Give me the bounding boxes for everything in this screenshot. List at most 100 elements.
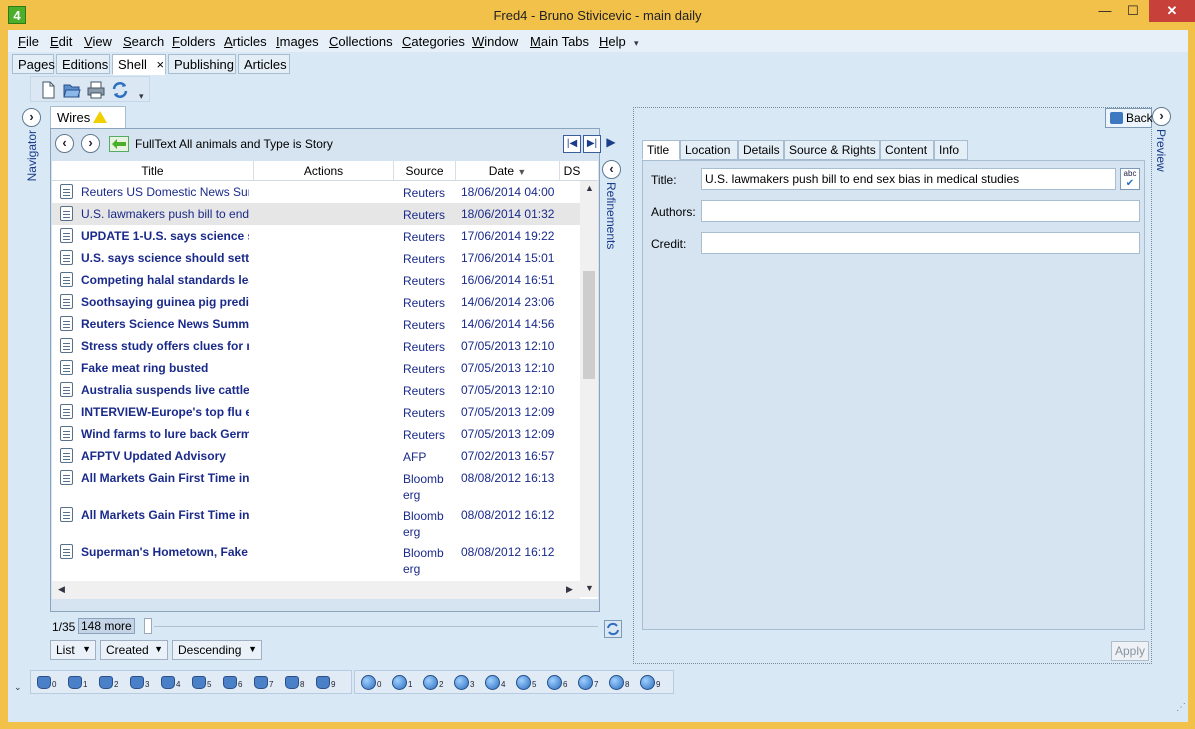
tab-publishing[interactable]: Publishing	[168, 54, 236, 74]
apply-button[interactable]: Apply	[1111, 641, 1149, 661]
binoculars-icon[interactable]: 9	[316, 676, 335, 689]
globe-icon[interactable]: 5	[516, 675, 536, 690]
spellcheck-icon[interactable]: abc ✔	[1120, 168, 1140, 190]
next-page-icon[interactable]: ▶|	[583, 135, 601, 153]
menu-folders[interactable]: Folders	[172, 34, 215, 49]
more-results-button[interactable]: 148 more	[78, 618, 135, 634]
table-row[interactable]: U.S. lawmakers push bill to end Reuters 18…	[52, 203, 580, 225]
menu-collections[interactable]: Collections	[329, 34, 393, 49]
table-row[interactable]: Reuters US Domestic News Sum Reuters 18/06…	[52, 181, 580, 203]
refinements-toggle-icon[interactable]: ‹	[602, 160, 621, 179]
tab-info[interactable]: Info	[934, 140, 968, 160]
resize-grip-icon[interactable]: ⋰	[1176, 702, 1186, 713]
column-ds[interactable]: DS	[560, 161, 584, 181]
binoculars-icon[interactable]: 8	[285, 676, 304, 689]
credit-field[interactable]	[701, 232, 1140, 254]
refinements-label[interactable]: Refinements	[604, 182, 618, 249]
globe-icon[interactable]: 2	[423, 675, 443, 690]
tab-source-rights[interactable]: Source & Rights	[784, 140, 880, 160]
filter-back-icon[interactable]	[109, 136, 129, 152]
navigator-label[interactable]: Navigator	[25, 130, 39, 181]
table-row[interactable]: Stress study offers clues for ne Reuters 0…	[52, 335, 580, 357]
tab-title[interactable]: Title	[642, 140, 680, 160]
refresh-icon[interactable]	[604, 620, 622, 638]
binoculars-icon[interactable]: 1	[68, 676, 87, 689]
menu-articles[interactable]: Articles	[224, 34, 267, 49]
navigator-toggle-icon[interactable]: ›	[22, 108, 41, 127]
table-row[interactable]: Competing halal standards leav Reuters 16/…	[52, 269, 580, 291]
binoculars-icon[interactable]: 6	[223, 676, 242, 689]
menu-window[interactable]: Window	[472, 34, 518, 49]
table-row[interactable]: Soothsaying guinea pig predict Reuters 14/…	[52, 291, 580, 313]
tab-wires[interactable]: Wires ×	[50, 106, 126, 140]
sort-field-dropdown[interactable]: Created ▼	[100, 640, 168, 660]
menu-help[interactable]: Help	[599, 34, 626, 49]
page-slider-handle[interactable]	[144, 618, 152, 634]
table-row[interactable]: Reuters Science News Summa Reuters 14/06/2…	[52, 313, 580, 335]
bottom-collapse-icon[interactable]: ⌄	[14, 682, 22, 693]
authors-field[interactable]	[701, 200, 1140, 222]
maximize-button[interactable]: ☐	[1118, 0, 1148, 22]
table-row[interactable]: Wind farms to lure back Germ Reuters 07/05…	[52, 423, 580, 445]
print-icon[interactable]	[87, 81, 105, 99]
scroll-up-icon[interactable]: ▲	[585, 183, 594, 193]
menu-images[interactable]: Images	[276, 34, 319, 49]
tab-close-icon[interactable]: ×	[157, 57, 165, 72]
globe-icon[interactable]: 6	[547, 675, 567, 690]
menu-view[interactable]: View	[84, 34, 112, 49]
globe-icon[interactable]: 4	[485, 675, 505, 690]
tab-content[interactable]: Content	[880, 140, 934, 160]
binoculars-icon[interactable]: 2	[99, 676, 118, 689]
page-slider-track[interactable]	[154, 626, 598, 627]
table-row[interactable]: All Markets Gain First Time in T Bloomber…	[52, 467, 580, 504]
table-row[interactable]: UPDATE 1-U.S. says science sh Reuters 17/0…	[52, 225, 580, 247]
back-arrow-icon[interactable]: ‹	[55, 134, 74, 153]
tab-pages[interactable]: Pages	[12, 54, 55, 74]
close-button[interactable]: ✕	[1149, 0, 1195, 22]
view-dropdown[interactable]: List ▼	[50, 640, 96, 660]
open-folder-icon[interactable]	[63, 81, 81, 99]
binoculars-icon[interactable]: 3	[130, 676, 149, 689]
menu-overflow-icon[interactable]: ▾	[634, 38, 639, 49]
minimize-button[interactable]: —	[1090, 0, 1120, 22]
vertical-scrollbar[interactable]: ▲ ▼	[580, 181, 598, 597]
binoculars-icon[interactable]: 7	[254, 676, 273, 689]
sort-order-dropdown[interactable]: Descending ▼	[172, 640, 262, 660]
globe-icon[interactable]: 0	[361, 675, 381, 690]
column-date[interactable]: Date ▼	[456, 161, 560, 181]
toolbar-overflow-icon[interactable]: ▾	[139, 91, 144, 102]
back-button[interactable]: Back	[1105, 108, 1153, 128]
refresh-icon[interactable]	[111, 81, 129, 99]
table-row[interactable]: Superman's Hometown, Fake C Bloomberg 08/0…	[52, 541, 580, 578]
binoculars-icon[interactable]: 0	[37, 676, 56, 689]
scroll-right-icon[interactable]: ▶	[566, 584, 573, 595]
preview-toggle-icon[interactable]: ›	[1152, 107, 1171, 126]
menu-categories[interactable]: Categories	[402, 34, 465, 49]
horizontal-scrollbar[interactable]: ◀ ▶	[52, 581, 580, 599]
globe-icon[interactable]: 1	[392, 675, 412, 690]
tab-details[interactable]: Details	[738, 140, 784, 160]
tab-articles[interactable]: Articles	[238, 54, 290, 74]
table-row[interactable]: Fake meat ring busted Reuters 07/05/2013 1…	[52, 357, 580, 379]
tab-location[interactable]: Location	[680, 140, 738, 160]
table-row[interactable]: All Markets Gain First Time in T Bloomber…	[52, 504, 580, 541]
title-field[interactable]: U.S. lawmakers push bill to end sex bias…	[701, 168, 1116, 190]
table-row[interactable]: U.S. says science should settle Reuters 17…	[52, 247, 580, 269]
menu-search[interactable]: Search	[123, 34, 164, 49]
scroll-down-icon[interactable]: ▼	[585, 583, 594, 593]
menu-edit[interactable]: Edit	[50, 34, 72, 49]
binoculars-icon[interactable]: 5	[192, 676, 211, 689]
forward-arrow-icon[interactable]: ›	[81, 134, 100, 153]
tab-editions[interactable]: Editions	[56, 54, 110, 74]
globe-icon[interactable]: 8	[609, 675, 629, 690]
preview-label[interactable]: Preview	[1154, 129, 1168, 172]
table-row[interactable]: AFPTV Updated Advisory AFP 07/02/2013 16:5…	[52, 445, 580, 467]
globe-icon[interactable]: 9	[640, 675, 660, 690]
column-source[interactable]: Source	[394, 161, 456, 181]
column-title[interactable]: Title	[52, 161, 254, 181]
binoculars-icon[interactable]: 4	[161, 676, 180, 689]
table-row[interactable]: INTERVIEW-Europe's top flu ex Reuters 07/0…	[52, 401, 580, 423]
globe-icon[interactable]: 3	[454, 675, 474, 690]
play-icon[interactable]: ▶	[603, 135, 619, 153]
table-row[interactable]: Australia suspends live cattle e Reuters 0…	[52, 379, 580, 401]
